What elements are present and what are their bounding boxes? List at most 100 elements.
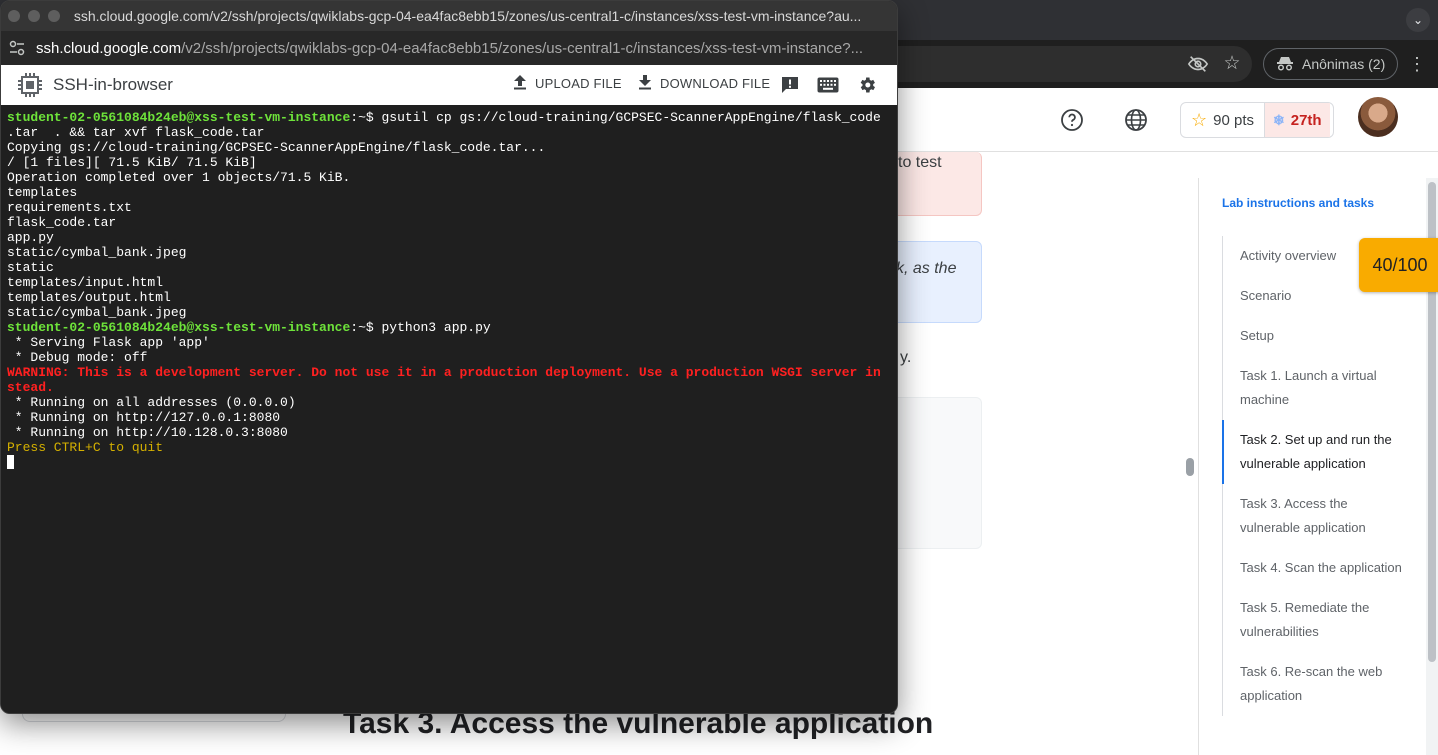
terminal-output[interactable]: student-02-0561084b24eb@xss-test-vm-inst…	[1, 105, 897, 713]
output-text: * Debug mode: off	[7, 350, 148, 365]
upload-icon	[513, 74, 527, 93]
terminal-line: stead.	[7, 380, 893, 395]
upload-file-label: UPLOAD FILE	[535, 76, 622, 91]
terminal-line: * Running on http://127.0.0.1:8080	[7, 410, 893, 425]
incognito-label: Anônimas (2)	[1302, 56, 1386, 72]
ssh-url-text[interactable]: ssh.cloud.google.com/v2/ssh/projects/qwi…	[36, 40, 886, 57]
points-value: 90 pts	[1213, 111, 1255, 129]
output-text: templates/output.html	[7, 290, 171, 305]
shell-prompt-user: student-02-0561084b24eb@xss-test-vm-inst…	[7, 320, 351, 335]
warning-text: stead.	[7, 380, 54, 395]
lab-nav-item[interactable]: Setup	[1223, 316, 1418, 356]
compute-chip-icon	[17, 72, 43, 98]
terminal-line: Copying gs://cloud-training/GCPSEC-Scann…	[7, 140, 893, 155]
shell-command: python3 app.py	[381, 320, 491, 335]
lab-nav-item[interactable]: Task 6. Re-scan the web application	[1223, 652, 1418, 716]
output-text: * Running on http://10.128.0.3:8080	[7, 425, 288, 440]
terminal-line: * Debug mode: off	[7, 350, 893, 365]
terminal-line: student-02-0561084b24eb@xss-test-vm-inst…	[7, 320, 893, 335]
output-text: static	[7, 260, 54, 275]
terminal-line: flask_code.tar	[7, 215, 893, 230]
download-file-label: DOWNLOAD FILE	[660, 76, 771, 91]
ssh-window-titlebar[interactable]: ssh.cloud.google.com/v2/ssh/projects/qwi…	[1, 1, 897, 31]
output-text: flask_code.tar	[7, 215, 117, 230]
output-text: Copying gs://cloud-training/GCPSEC-Scann…	[7, 140, 546, 155]
note-callout-text: k, as the	[896, 260, 957, 277]
lab-score-badge: 40/100	[1359, 238, 1438, 292]
terminal-line: static	[7, 260, 893, 275]
lab-nav-item[interactable]: Task 2. Set up and run the vulnerable ap…	[1222, 420, 1418, 484]
tab-search-chevron-icon[interactable]: ⌄	[1406, 8, 1430, 32]
ssh-window-title: ssh.cloud.google.com/v2/ssh/projects/qwi…	[73, 8, 862, 24]
feedback-icon[interactable]	[780, 75, 800, 95]
lab-nav-item[interactable]: Task 1. Launch a virtual machine	[1223, 356, 1418, 420]
terminal-line: static/cymbal_bank.jpeg	[7, 305, 893, 320]
rank-display: ❄ 27th	[1265, 103, 1330, 137]
output-text: static/cymbal_bank.jpeg	[7, 245, 187, 260]
upload-file-button[interactable]: UPLOAD FILE	[513, 74, 622, 93]
terminal-line: requirements.txt	[7, 200, 893, 215]
terminal-line: * Running on all addresses (0.0.0.0)	[7, 395, 893, 410]
terminal-line: app.py	[7, 230, 893, 245]
shell-prompt-path: :~$	[350, 110, 382, 125]
lab-nav-item[interactable]: Task 5. Remediate the vulnerabilities	[1223, 588, 1418, 652]
help-icon[interactable]	[1060, 108, 1084, 132]
warning-text: WARNING: This is a development server. D…	[7, 365, 881, 380]
ssh-toolbar: SSH-in-browser UPLOAD FILE DOWNLOAD FILE	[1, 65, 897, 105]
terminal-line: Press CTRL+C to quit	[7, 440, 893, 455]
terminal-line: templates/input.html	[7, 275, 893, 290]
output-text: app.py	[7, 230, 54, 245]
site-settings-icon[interactable]	[8, 39, 26, 57]
output-text: Press CTRL+C to quit	[7, 440, 164, 455]
shell-command: gsutil cp gs://cloud-training/GCPSEC-Sca…	[381, 110, 881, 125]
terminal-line: templates	[7, 185, 893, 200]
ssh-popup-window: ssh.cloud.google.com/v2/ssh/projects/qwi…	[0, 0, 898, 714]
terminal-line	[7, 455, 893, 470]
page-scrollbar-thumb[interactable]	[1186, 458, 1194, 476]
star-outline-icon: ☆	[1191, 109, 1208, 130]
output-text: Operation completed over 1 objects/71.5 …	[7, 170, 351, 185]
ssh-url-bar[interactable]: ssh.cloud.google.com/v2/ssh/projects/qwi…	[1, 31, 897, 65]
window-minimize-button[interactable]	[27, 10, 40, 22]
terminal-line: / [1 files][ 71.5 KiB/ 71.5 KiB]	[7, 155, 893, 170]
language-globe-icon[interactable]	[1124, 108, 1148, 132]
output-text: requirements.txt	[7, 200, 132, 215]
download-file-button[interactable]: DOWNLOAD FILE	[638, 74, 770, 93]
points-and-rank[interactable]: ☆ 90 pts ❄ 27th	[1180, 102, 1334, 138]
download-icon	[638, 74, 652, 93]
browser-menu-icon[interactable]: ⋮	[1408, 52, 1426, 76]
output-text: static/cymbal_bank.jpeg	[7, 305, 187, 320]
incognito-profile-button[interactable]: Anônimas (2)	[1263, 48, 1399, 80]
lab-nav-title[interactable]: Lab instructions and tasks	[1222, 196, 1374, 210]
output-text: templates	[7, 185, 78, 200]
keyboard-icon[interactable]	[817, 77, 839, 93]
league-badge-icon: ❄	[1273, 111, 1285, 128]
terminal-line: static/cymbal_bank.jpeg	[7, 245, 893, 260]
shell-prompt-user: student-02-0561084b24eb@xss-test-vm-inst…	[7, 110, 351, 125]
terminal-line: .tar . && tar xvf flask_code.tar	[7, 125, 893, 140]
ssh-url-host: ssh.cloud.google.com	[36, 39, 182, 57]
terminal-line: * Running on http://10.128.0.3:8080	[7, 425, 893, 440]
terminal-cursor	[7, 455, 14, 469]
terminal-line: * Serving Flask app 'app'	[7, 335, 893, 350]
window-close-button[interactable]	[8, 10, 20, 22]
lab-nav-item[interactable]: Task 4. Scan the application	[1223, 548, 1418, 588]
output-text: * Running on all addresses (0.0.0.0)	[7, 395, 296, 410]
shell-prompt-path: :~$	[350, 320, 382, 335]
window-zoom-button[interactable]	[47, 10, 60, 22]
user-avatar[interactable]	[1358, 97, 1398, 137]
bookmark-star-icon[interactable]: ☆	[1221, 53, 1243, 75]
eye-off-icon[interactable]	[1187, 53, 1209, 75]
terminal-line: templates/output.html	[7, 290, 893, 305]
settings-gear-icon[interactable]	[857, 75, 877, 95]
output-text: * Running on http://127.0.0.1:8080	[7, 410, 281, 425]
terminal-line: student-02-0561084b24eb@xss-test-vm-inst…	[7, 110, 893, 125]
body-text: y.	[900, 349, 912, 366]
points-display: ☆ 90 pts	[1181, 103, 1266, 137]
output-text: / [1 files][ 71.5 KiB/ 71.5 KiB]	[7, 155, 257, 170]
terminal-line: Operation completed over 1 objects/71.5 …	[7, 170, 893, 185]
lab-nav-item[interactable]: Task 3. Access the vulnerable applicatio…	[1223, 484, 1418, 548]
output-text: .tar . && tar xvf flask_code.tar	[7, 125, 265, 140]
incognito-icon	[1276, 55, 1294, 74]
output-text: * Serving Flask app 'app'	[7, 335, 210, 350]
